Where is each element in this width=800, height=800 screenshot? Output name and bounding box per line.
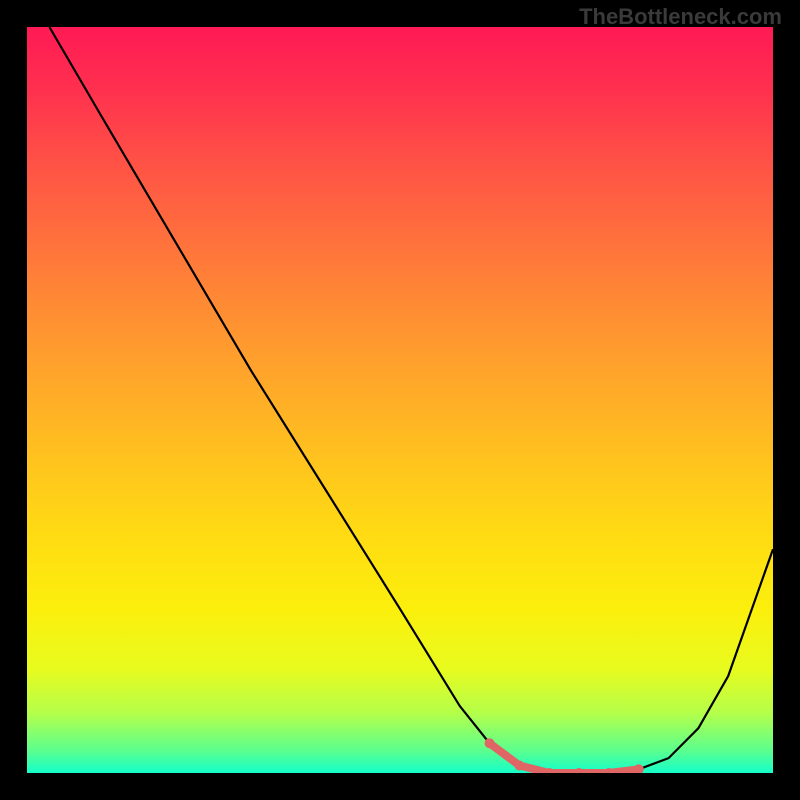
plot-area <box>27 27 773 773</box>
bottleneck-curve-path <box>49 27 773 773</box>
highlight-dot <box>634 764 644 773</box>
highlight-dot <box>574 768 584 773</box>
highlight-dot <box>485 738 495 748</box>
highlight-dot <box>514 761 524 771</box>
chart-svg <box>27 27 773 773</box>
watermark-text: TheBottleneck.com <box>579 4 782 30</box>
highlight-segment-path <box>490 743 639 773</box>
